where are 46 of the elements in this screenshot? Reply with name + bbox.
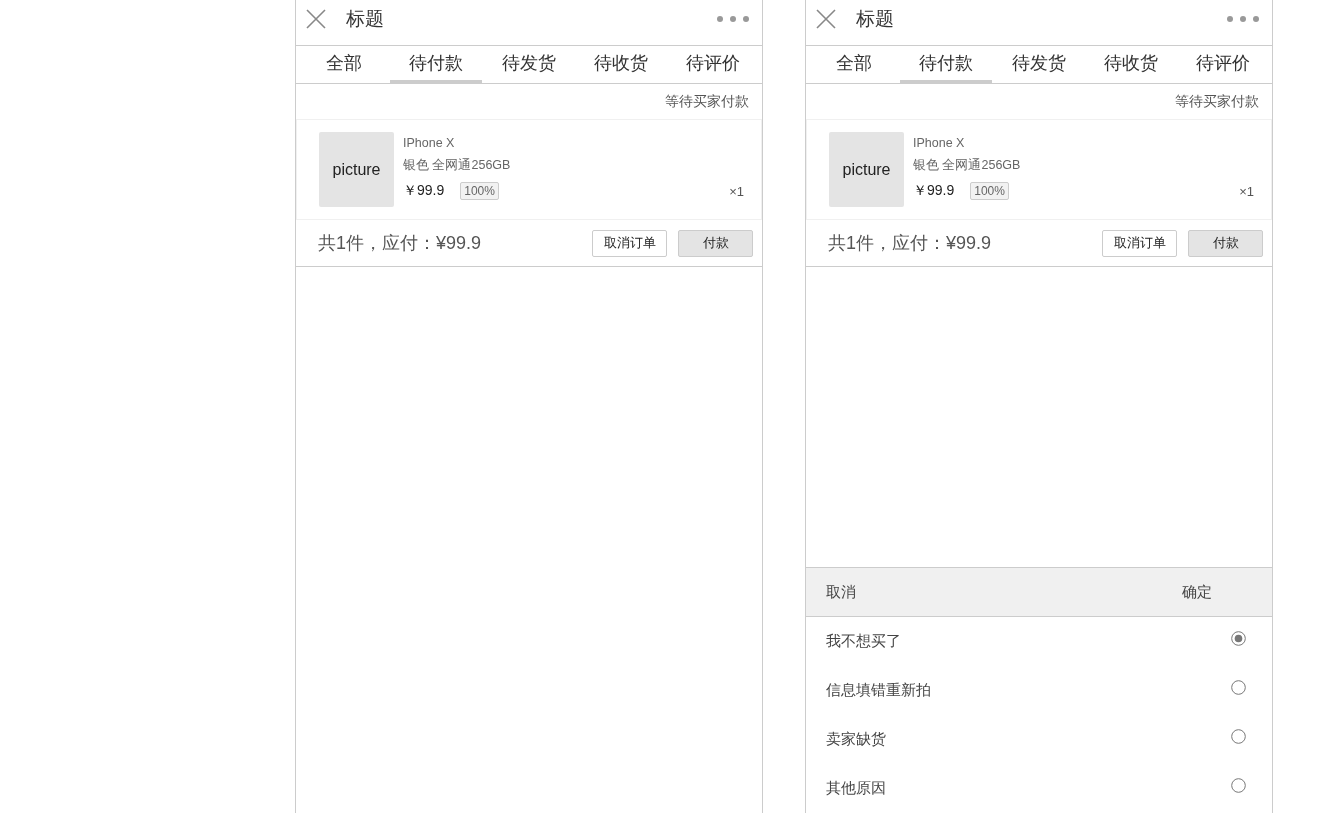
product-name: IPhone X xyxy=(913,135,966,152)
reason-label: 我不想买了 xyxy=(826,632,901,651)
reason-label: 信息填错重新拍 xyxy=(826,681,931,700)
more-icon[interactable] xyxy=(1226,14,1260,23)
close-icon[interactable] xyxy=(816,8,836,29)
tab[interactable]: 待付款 xyxy=(390,46,483,83)
pay-button[interactable]: 付款 xyxy=(1188,229,1263,257)
order-total: 共1件，应付：¥99.9 xyxy=(828,232,993,255)
order-status: 等待买家付款 xyxy=(664,92,750,111)
radio-button[interactable] xyxy=(1231,729,1246,744)
tab[interactable]: 待评价 xyxy=(666,46,759,83)
product-price: ￥99.9 xyxy=(403,182,445,200)
product-spec: 银色 全网通256GB xyxy=(913,157,1022,174)
product-quantity: ×1 xyxy=(729,183,744,199)
radio-button[interactable] xyxy=(1231,778,1246,793)
tab[interactable]: 待付款 xyxy=(900,46,993,83)
product-spec: 银色 全网通256GB xyxy=(403,157,512,174)
discount-tag: 100% xyxy=(970,182,1009,200)
radio-button[interactable] xyxy=(1231,680,1246,695)
order-total: 共1件，应付：¥99.9 xyxy=(318,232,483,255)
cancel-order-button[interactable]: 取消订单 xyxy=(1102,229,1177,257)
page-title: 标题 xyxy=(346,6,385,31)
tab[interactable]: 待发货 xyxy=(482,46,575,83)
cancel-order-button[interactable]: 取消订单 xyxy=(592,229,667,257)
pay-button[interactable]: 付款 xyxy=(678,229,753,257)
tab[interactable]: 待收货 xyxy=(574,46,667,83)
close-icon[interactable] xyxy=(306,8,326,29)
picture-caption: picture xyxy=(332,160,381,179)
reason-label: 卖家缺货 xyxy=(826,730,886,749)
discount-tag: 100% xyxy=(460,182,499,200)
product-price: ￥99.9 xyxy=(913,182,955,200)
tab[interactable]: 待发货 xyxy=(992,46,1085,83)
tab[interactable]: 待评价 xyxy=(1176,46,1269,83)
product-name: IPhone X xyxy=(403,135,456,152)
page-title: 标题 xyxy=(856,6,895,31)
radio-button[interactable] xyxy=(1231,631,1246,646)
tab[interactable]: 全部 xyxy=(808,46,901,83)
picture-caption: picture xyxy=(842,160,891,179)
cancel-button[interactable]: 取消 xyxy=(826,582,856,602)
product-quantity: ×1 xyxy=(1239,183,1254,199)
confirm-button[interactable]: 确定 xyxy=(1182,582,1212,602)
tab[interactable]: 全部 xyxy=(298,46,391,83)
more-icon[interactable] xyxy=(716,14,750,23)
reason-label: 其他原因 xyxy=(826,779,886,798)
order-status: 等待买家付款 xyxy=(1174,92,1260,111)
tab[interactable]: 待收货 xyxy=(1084,46,1177,83)
